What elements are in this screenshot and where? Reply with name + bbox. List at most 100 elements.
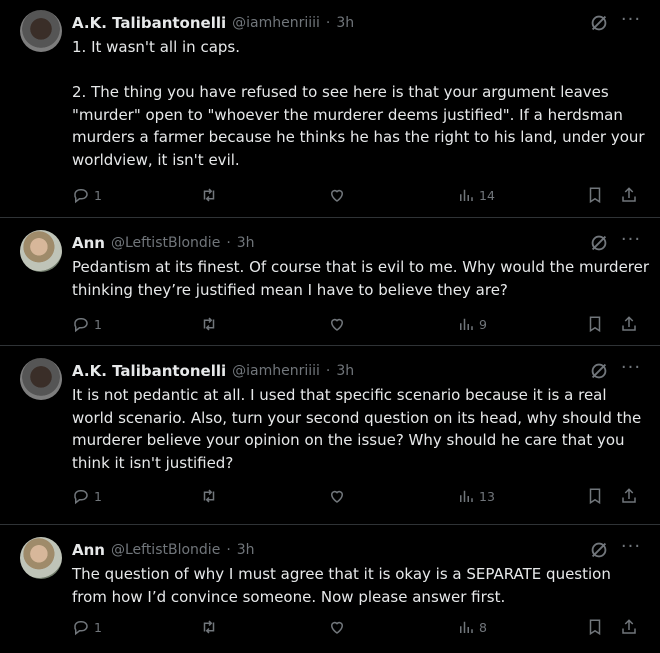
bookmark-icon — [589, 187, 601, 204]
views-count: 8 — [479, 619, 487, 635]
retweet-button[interactable] — [200, 312, 218, 336]
tweet-text: Pedantism at its finest. Of course that … — [72, 258, 654, 299]
like-icon — [330, 621, 344, 634]
reply-icon — [74, 318, 88, 333]
tweet[interactable]: Ann @LeftistBlondie · 3h ··· The questio… — [0, 524, 660, 653]
tweet-header: A.K. Talibantonelli @iamhenriiii · 3h — [72, 12, 354, 34]
retweet-button[interactable] — [200, 615, 218, 639]
like-icon — [330, 189, 344, 202]
retweet-button[interactable] — [200, 183, 218, 207]
author-name[interactable]: A.K. Talibantonelli — [72, 14, 226, 32]
more-icon[interactable]: ··· — [618, 358, 644, 382]
author-handle[interactable]: @LeftistBlondie — [111, 542, 220, 558]
share-button[interactable] — [620, 312, 638, 336]
author-handle[interactable]: @iamhenriiii — [232, 363, 320, 379]
avatar[interactable] — [20, 230, 62, 272]
more-icon[interactable]: ··· — [618, 230, 644, 254]
author-name[interactable]: Ann — [72, 234, 105, 252]
grok-icon[interactable] — [588, 232, 610, 254]
grok-icon[interactable] — [588, 539, 610, 561]
views-count: 9 — [479, 316, 487, 332]
like-button[interactable] — [328, 484, 346, 508]
share-icon — [622, 488, 636, 503]
reply-count: 1 — [94, 316, 102, 332]
bookmark-icon — [589, 619, 601, 636]
like-button[interactable] — [328, 312, 346, 336]
separator: · — [226, 542, 231, 558]
views-button[interactable]: 9 — [457, 312, 487, 336]
tweet-actions: 1 9 — [72, 312, 646, 336]
bookmark-button[interactable] — [586, 312, 604, 336]
avatar[interactable] — [20, 537, 62, 579]
tweet-text: It is not pedantic at all. I used that s… — [72, 386, 647, 472]
retweet-icon — [203, 317, 215, 331]
share-icon — [622, 187, 636, 202]
timestamp[interactable]: 3h — [336, 363, 354, 379]
timestamp[interactable]: 3h — [336, 15, 354, 31]
timestamp[interactable]: 3h — [237, 235, 255, 251]
author-name[interactable]: Ann — [72, 541, 105, 559]
reply-icon — [74, 621, 88, 636]
views-icon — [460, 490, 473, 502]
avatar[interactable] — [20, 358, 62, 400]
reply-button[interactable]: 1 — [72, 615, 102, 639]
separator: · — [226, 235, 231, 251]
tweet-actions: 1 8 — [72, 615, 646, 639]
author-handle[interactable]: @iamhenriiii — [232, 15, 320, 31]
tweet-header: Ann @LeftistBlondie · 3h — [72, 539, 255, 561]
share-button[interactable] — [620, 183, 638, 207]
like-icon — [330, 318, 344, 331]
like-icon — [330, 490, 344, 503]
author-name[interactable]: A.K. Talibantonelli — [72, 362, 226, 380]
reply-count: 1 — [94, 488, 102, 504]
reply-button[interactable]: 1 — [72, 183, 102, 207]
views-button[interactable]: 13 — [457, 484, 495, 508]
share-icon — [622, 316, 636, 331]
tweet-actions: 1 13 — [72, 484, 646, 508]
share-button[interactable] — [620, 615, 638, 639]
reply-icon — [74, 189, 88, 204]
views-count: 14 — [479, 187, 495, 203]
share-icon — [622, 619, 636, 634]
views-count: 13 — [479, 488, 495, 504]
reply-button[interactable]: 1 — [72, 484, 102, 508]
tweet[interactable]: A.K. Talibantonelli @iamhenriiii · 3h ··… — [0, 345, 660, 525]
tweet-actions: 1 14 — [72, 183, 646, 207]
more-icon[interactable]: ··· — [618, 10, 644, 34]
views-button[interactable]: 8 — [457, 615, 487, 639]
views-icon — [460, 189, 473, 201]
bookmark-button[interactable] — [586, 484, 604, 508]
tweet-header: A.K. Talibantonelli @iamhenriiii · 3h — [72, 360, 354, 382]
views-icon — [460, 621, 473, 633]
tweet-text: The question of why I must agree that it… — [72, 565, 616, 606]
views-button[interactable]: 14 — [457, 183, 495, 207]
reply-icon — [74, 490, 88, 505]
bookmark-button[interactable] — [586, 615, 604, 639]
bookmark-icon — [589, 488, 601, 505]
tweet[interactable]: Ann @LeftistBlondie · 3h ··· Pedantism a… — [0, 217, 660, 345]
bookmark-button[interactable] — [586, 183, 604, 207]
share-button[interactable] — [620, 484, 638, 508]
like-button[interactable] — [328, 615, 346, 639]
reply-button[interactable]: 1 — [72, 312, 102, 336]
tweet-text: 1. It wasn't all in caps. 2. The thing y… — [72, 38, 645, 169]
tweet-header: Ann @LeftistBlondie · 3h — [72, 232, 255, 254]
retweet-icon — [203, 489, 215, 503]
views-icon — [460, 318, 473, 330]
separator: · — [325, 15, 331, 31]
grok-icon[interactable] — [588, 12, 610, 34]
bookmark-icon — [589, 316, 601, 333]
more-icon[interactable]: ··· — [618, 537, 644, 561]
like-button[interactable] — [328, 183, 346, 207]
retweet-icon — [203, 188, 215, 202]
author-handle[interactable]: @LeftistBlondie — [111, 235, 220, 251]
timestamp[interactable]: 3h — [237, 542, 255, 558]
retweet-button[interactable] — [200, 484, 218, 508]
reply-count: 1 — [94, 187, 102, 203]
reply-count: 1 — [94, 619, 102, 635]
avatar[interactable] — [20, 10, 62, 52]
separator: · — [325, 363, 331, 379]
grok-icon[interactable] — [588, 360, 610, 382]
retweet-icon — [203, 620, 215, 634]
tweet[interactable]: A.K. Talibantonelli @iamhenriiii · 3h ··… — [0, 0, 660, 215]
